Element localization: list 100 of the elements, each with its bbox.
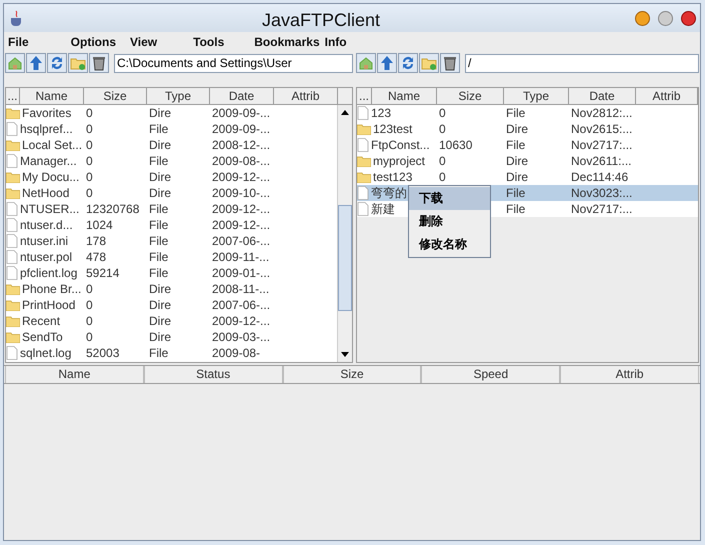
menu-item[interactable]: Bookmarks [254, 33, 320, 51]
file-size: 0 [86, 170, 93, 184]
column-header[interactable]: ... [357, 88, 372, 104]
file-date: 2009-08-... [212, 154, 270, 168]
column-header[interactable]: Status [144, 366, 283, 383]
scroll-up-icon[interactable] [341, 110, 350, 115]
file-type: File [149, 234, 168, 248]
file-size: 0 [86, 330, 93, 344]
file-size: 0 [86, 314, 93, 328]
maximize-icon[interactable] [658, 10, 673, 26]
file-size: 0 [86, 298, 93, 312]
file-type: File [149, 266, 168, 280]
menu-item[interactable]: Options [70, 33, 116, 51]
trash-icon[interactable] [89, 53, 109, 73]
column-header[interactable]: Date [210, 88, 274, 104]
file-type: Dire [149, 138, 172, 152]
column-header[interactable]: Type [147, 88, 210, 104]
file-name: Recent [22, 313, 60, 329]
file-name: ntuser.d... [20, 217, 73, 233]
file-size: 0 [86, 122, 93, 136]
folder-icon [357, 155, 371, 167]
folder-icon [6, 187, 20, 199]
menu-item[interactable]: File [8, 33, 29, 51]
trash-icon[interactable] [440, 53, 460, 73]
file-type: Dire [149, 170, 172, 184]
file-size: 59214 [86, 266, 120, 280]
column-header[interactable]: Name [5, 366, 144, 383]
file-size: 0 [439, 122, 446, 136]
home-icon[interactable] [356, 53, 376, 73]
file-name: 新建 [371, 201, 395, 217]
file-date: 2009-03-... [212, 330, 270, 344]
file-date: 2009-01-... [212, 266, 270, 280]
file-type: Dire [149, 330, 172, 344]
refresh-icon[interactable] [398, 53, 418, 73]
folder-icon [6, 283, 20, 295]
file-type: Dire [506, 122, 528, 136]
file-name: NTUSER... [20, 201, 80, 217]
file-size: 0 [439, 170, 446, 184]
file-date: 2009-08- [212, 346, 260, 360]
file-size: 52003 [86, 346, 120, 360]
file-name: test123 [373, 169, 412, 185]
menu-item[interactable]: View [130, 33, 158, 51]
close-icon[interactable] [681, 10, 696, 26]
file-date: Dec114:46 [571, 170, 628, 184]
menu-item[interactable]: 删除 [409, 210, 490, 233]
file-size: 0 [86, 106, 93, 120]
file-size: 10630 [439, 138, 472, 152]
scrollbar[interactable] [337, 105, 352, 362]
menu-item[interactable]: Tools [193, 33, 224, 51]
file-size: 1024 [86, 218, 113, 232]
file-type: File [506, 202, 526, 216]
file-type: File [149, 202, 168, 216]
menu-item[interactable]: 修改名称 [409, 233, 490, 256]
file-name: 123 [371, 105, 392, 121]
file-date: 2009-11-... [212, 250, 270, 264]
column-header[interactable]: Date [569, 88, 636, 104]
folder-icon [357, 123, 371, 135]
column-header[interactable]: Size [282, 366, 422, 383]
menu-item[interactable]: Info [324, 33, 347, 51]
minimize-icon[interactable] [635, 10, 650, 26]
column-header[interactable]: Size [437, 88, 504, 104]
path-field[interactable]: C:\Documents and Settings\User [114, 54, 353, 72]
file-size: 0 [86, 186, 93, 200]
menu-item[interactable]: 下载 [409, 187, 490, 210]
file-date: Nov2615:... [571, 122, 632, 136]
file-type: File [149, 346, 168, 360]
file-name: Favorites [22, 105, 72, 121]
folder-icon [6, 315, 20, 327]
file-size: 0 [86, 282, 93, 296]
scroll-down-icon[interactable] [341, 352, 350, 357]
file-type: File [506, 186, 526, 200]
column-header[interactable]: Attrib [560, 366, 699, 383]
column-header[interactable]: Name [20, 88, 84, 104]
column-header[interactable]: Speed [421, 366, 560, 383]
file-type: File [149, 250, 168, 264]
file-type: File [506, 106, 526, 120]
file-type: Dire [149, 314, 172, 328]
file-name: pfclient.log [20, 265, 78, 281]
home-icon[interactable] [5, 53, 25, 73]
window-title: JavaFTPClient [262, 9, 380, 32]
folder-icon [6, 331, 20, 343]
column-header[interactable]: Type [504, 88, 569, 104]
file-date: 2008-11-... [212, 282, 270, 296]
path-field[interactable]: / [465, 54, 699, 72]
file-name: ntuser.ini [20, 233, 68, 249]
file-type: File [506, 138, 526, 152]
file-name: SendTo [22, 329, 63, 345]
refresh-icon[interactable] [47, 53, 67, 73]
file-type: Dire [149, 106, 172, 120]
file-date: 2007-06-... [212, 298, 270, 312]
file-name: Local Set... [22, 137, 82, 153]
column-header[interactable]: ... [6, 88, 20, 104]
file-name: hsqlpref... [20, 121, 73, 137]
file-date: Nov2717:... [571, 138, 632, 152]
column-header[interactable]: Attrib [636, 88, 698, 104]
column-header[interactable]: Size [84, 88, 147, 104]
column-header[interactable]: Attrib [274, 88, 338, 104]
folder-icon [6, 171, 20, 183]
file-date: 2009-12-... [212, 218, 270, 232]
column-header[interactable]: Name [372, 88, 437, 104]
